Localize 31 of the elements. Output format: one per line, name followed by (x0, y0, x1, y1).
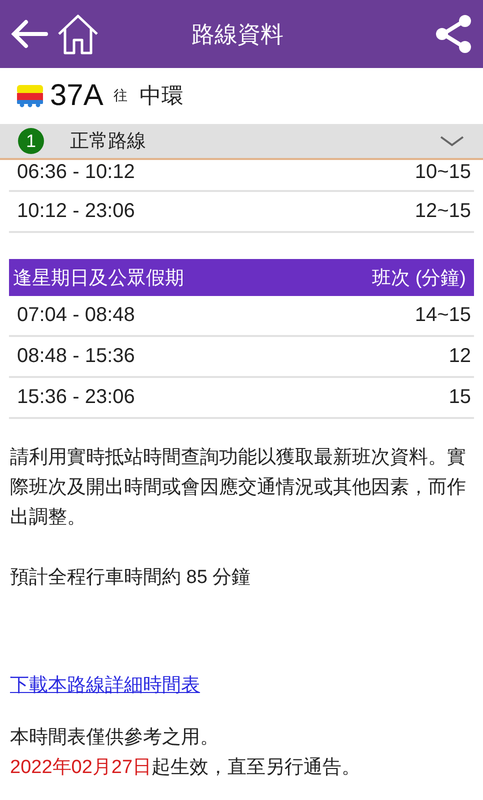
frequency-cell: 15 (448, 386, 471, 409)
frequency-cell: 12~15 (414, 200, 471, 223)
notice-text: 請利用實時抵站時間查詢功能以獲取最新班次資料。實際班次及開出時間或會因應交通情況或其他因素，而作出調整。 (10, 446, 467, 530)
time-range-cell: 06:36 - 10:12 (17, 161, 135, 184)
frequency-cell: 10~15 (414, 161, 471, 184)
screen-title: 路線資料 (190, 20, 284, 48)
journey-time-text: 預計全程行車時間約 85 分鐘 (10, 566, 252, 590)
route-number: 37A (50, 79, 104, 113)
home-button[interactable] (56, 12, 100, 56)
disclaimer-text: 本時間表僅供參考之用。 (10, 726, 220, 750)
time-range-cell: 10:12 - 23:06 (17, 200, 135, 223)
bus-icon (16, 84, 44, 108)
route-variant-selector[interactable]: 1 正常路線 (0, 124, 483, 160)
destination: 中環 (139, 82, 184, 110)
share-button[interactable] (435, 14, 473, 54)
back-button[interactable] (10, 19, 48, 49)
home-icon (56, 12, 100, 56)
variant-number-badge: 1 (18, 128, 44, 154)
frequency-heading: 班次 (分鐘) (372, 266, 466, 290)
download-timetable-link[interactable]: 下載本路線詳細時間表 (10, 671, 200, 701)
time-range-cell: 07:04 - 08:48 (17, 304, 135, 327)
time-range-cell: 15:36 - 23:06 (17, 386, 135, 409)
frequency-cell: 12 (448, 345, 471, 368)
frequency-cell: 14~15 (414, 304, 471, 327)
back-arrow-icon (10, 19, 48, 49)
chevron-icon (439, 135, 465, 147)
share-icon (435, 14, 473, 54)
time-range-cell: 08:48 - 15:36 (17, 345, 135, 368)
direction-label: 往 (113, 87, 128, 105)
effective-date-text: 2022年02月27日起生效，直至另行通告。 (10, 756, 362, 780)
period-heading: 逢星期日及公眾假期 (13, 266, 184, 290)
